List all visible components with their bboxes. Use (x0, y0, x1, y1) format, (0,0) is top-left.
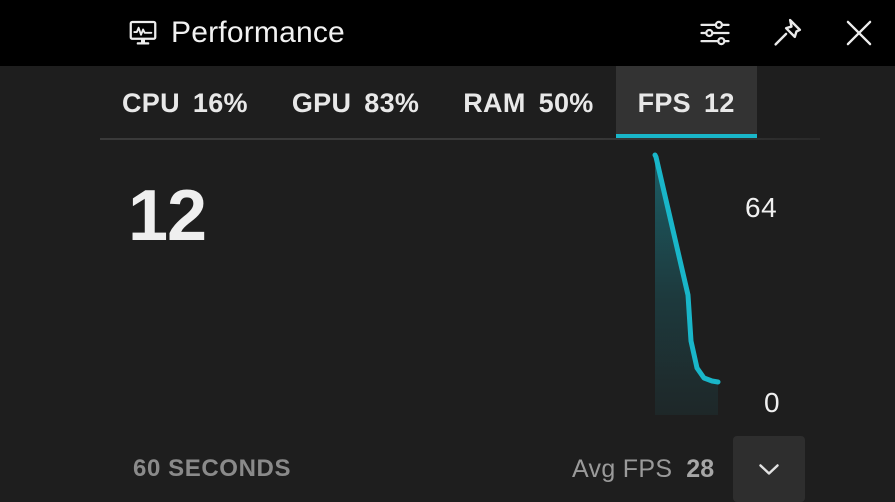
tab-fps-label: FPS (637, 87, 691, 118)
titlebar-actions (679, 0, 895, 66)
metric-tabs: CPU 16% GPU 83% RAM 50% FPS 12 (0, 66, 895, 140)
settings-sliders-icon (697, 15, 733, 51)
current-fps-value: 12 (128, 176, 207, 256)
tab-gpu-label: GPU (291, 87, 352, 118)
settings-sliders-button[interactable] (679, 0, 751, 66)
pin-button[interactable] (751, 0, 823, 66)
fps-graph (600, 145, 780, 425)
tab-ram[interactable]: RAM 50% (441, 66, 615, 140)
pin-icon (769, 15, 805, 51)
tab-cpu[interactable]: CPU 16% (100, 66, 270, 140)
window-title: Performance (171, 16, 345, 49)
chevron-down-icon (752, 452, 786, 486)
avg-fps-label: Avg FPS (572, 455, 673, 483)
tab-cpu-value: 16% (192, 87, 248, 118)
tab-gpu-value: 83% (364, 87, 420, 118)
titlebar: Performance (0, 0, 895, 66)
tab-gpu[interactable]: GPU 83% (270, 66, 441, 140)
close-icon (840, 14, 878, 52)
avg-fps-value: 28 (686, 455, 715, 483)
avg-fps-group: Avg FPS 28 (572, 455, 714, 484)
tab-cpu-label: CPU (122, 87, 180, 118)
expand-collapse-button[interactable] (733, 436, 805, 502)
tab-fps-value: 12 (704, 87, 735, 118)
close-button[interactable] (823, 0, 895, 66)
graph-axis-max-label: 64 (745, 192, 778, 223)
performance-monitor-icon (128, 18, 158, 48)
tab-ram-value: 50% (538, 87, 594, 118)
graph-axis-min-label: 0 (764, 387, 781, 418)
tab-ram-label: RAM (463, 87, 526, 118)
time-range-label: 60 SECONDS (133, 455, 292, 482)
tab-fps[interactable]: FPS 12 (615, 66, 757, 140)
performance-overlay: Performance CPU 16% GPU 83% RAM 50% FPS … (0, 0, 895, 502)
title-group: Performance (128, 0, 345, 66)
